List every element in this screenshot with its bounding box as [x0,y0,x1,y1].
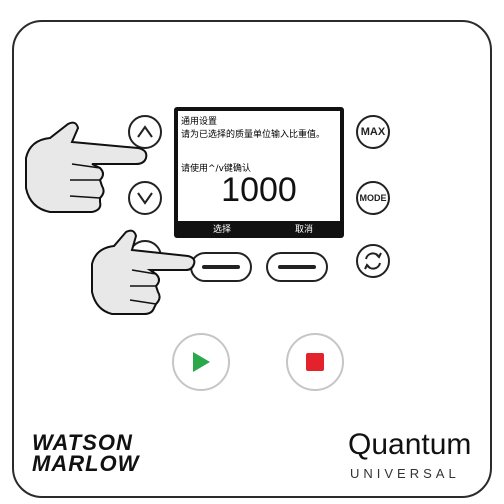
right-softkey-button[interactable] [266,252,328,282]
hand-pointer-icon [25,121,148,213]
max-button-label: MAX [360,126,386,138]
start-button[interactable] [172,333,230,391]
mode-button[interactable]: MODE [356,181,390,215]
mode-button-label: MODE [359,193,387,203]
softkey-bar: 选择 取消 [178,222,340,235]
lcd-display: 通用设置 请为已选择的质量单位输入比重值。 请使用^/v键确认 1000 选择 … [174,107,344,238]
pump-control-panel [12,20,492,498]
softkey-right-label: 取消 [295,225,314,235]
hand-pointer-icon [91,229,196,315]
max-button[interactable]: MAX [356,115,390,149]
stop-button[interactable] [286,333,344,391]
specific-gravity-value: 1000 [221,171,297,209]
direction-button[interactable] [356,244,390,278]
cycle-icon [364,252,382,270]
screen-title: 通用设置 [181,117,218,127]
softkey-left-label: 选择 [213,225,232,235]
logo-line2: MARLOW [32,451,140,476]
play-icon [193,352,210,372]
quantum-subtitle: UNIVERSAL [350,466,460,481]
quantum-logo: Quantum [348,428,472,461]
screen-instruction: 请为已选择的质量单位输入比重值。 [181,130,326,140]
left-softkey-button[interactable] [190,252,252,282]
softkey-bar-glyph [202,265,240,269]
lcd-content: 通用设置 请为已选择的质量单位输入比重值。 请使用^/v键确认 1000 [178,111,340,221]
softkey-bar-glyph [278,265,316,269]
watson-marlow-logo: WATSON MARLOW [32,430,140,476]
stop-icon [306,353,324,371]
logo-line1: WATSON [32,430,133,455]
